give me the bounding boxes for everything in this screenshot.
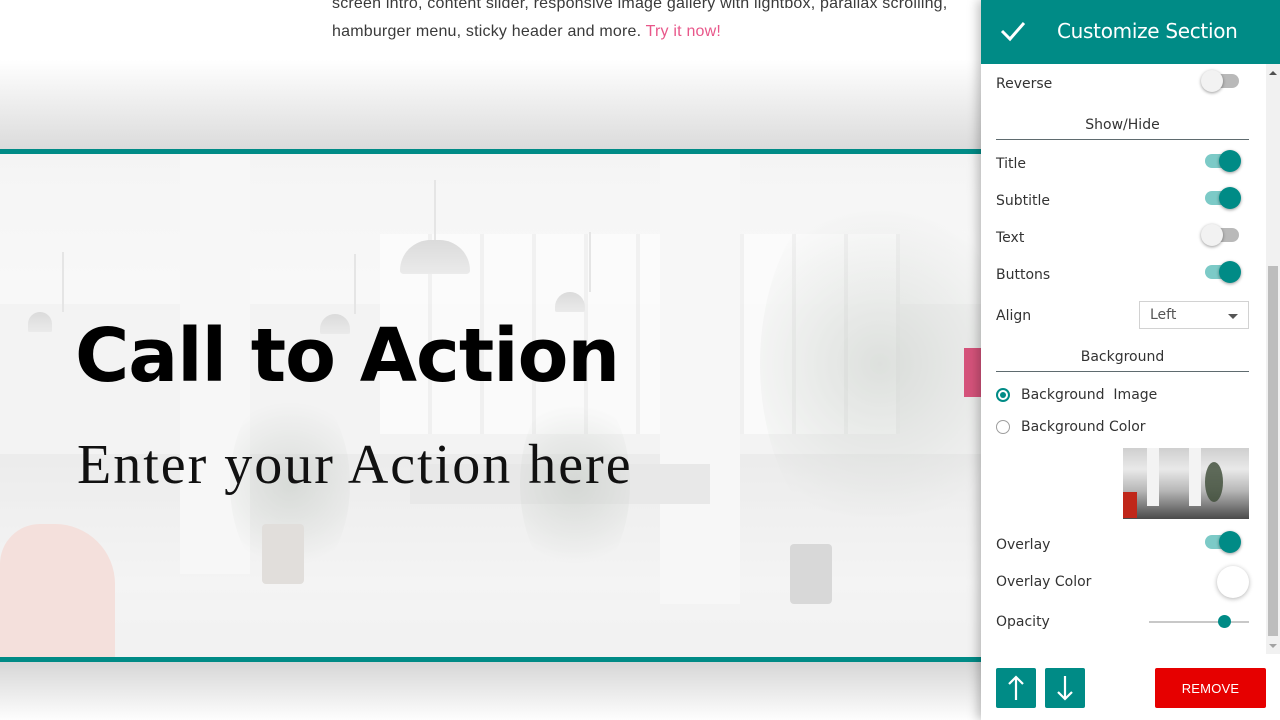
background-image-thumbnail[interactable] xyxy=(1123,448,1249,519)
background-image-radio[interactable] xyxy=(996,388,1010,402)
intro-line-2: hamburger menu, sticky header and more. … xyxy=(332,18,981,46)
cta-button[interactable] xyxy=(964,348,981,397)
buttons-toggle[interactable] xyxy=(1205,261,1241,283)
background-color-option[interactable]: Background Color xyxy=(996,412,1251,442)
subtitle-toggle[interactable] xyxy=(1205,187,1241,209)
section-shadow-bottom xyxy=(0,662,981,720)
section-shadow-top xyxy=(0,60,981,150)
subtitle-toggle-row: Subtitle xyxy=(996,186,1251,216)
show-hide-heading: Show/Hide xyxy=(996,112,1249,140)
panel-body: Reverse Show/Hide Title Subtitle Text Bu… xyxy=(981,64,1280,654)
background-image-label: Background Image xyxy=(1021,387,1158,403)
overlay-row: Overlay xyxy=(996,530,1251,560)
align-value: Left xyxy=(1150,307,1177,323)
text-toggle[interactable] xyxy=(1201,224,1239,246)
background-heading: Background xyxy=(996,344,1249,372)
page-canvas: screen intro, content slider, responsive… xyxy=(0,0,981,720)
arrow-down-icon xyxy=(1057,676,1073,701)
overlay-toggle[interactable] xyxy=(1205,531,1241,553)
scrollbar-thumb[interactable] xyxy=(1268,266,1278,636)
text-toggle-row: Text xyxy=(996,223,1251,253)
arrow-up-icon xyxy=(1008,675,1024,700)
reverse-toggle[interactable] xyxy=(1201,70,1239,92)
move-down-button[interactable] xyxy=(1045,668,1085,708)
title-toggle-row: Title xyxy=(996,149,1251,179)
opacity-row: Opacity xyxy=(996,607,1249,637)
panel-scrollbar[interactable] xyxy=(1266,64,1280,654)
align-select[interactable]: Left xyxy=(1139,301,1249,329)
intro-paragraph: screen intro, content slider, responsive… xyxy=(332,0,981,46)
panel-header: Customize Section xyxy=(981,0,1280,64)
intro-line-1: screen intro, content slider, responsive… xyxy=(332,0,948,12)
cta-subtitle[interactable]: Enter your Action here xyxy=(77,437,633,493)
opacity-slider[interactable] xyxy=(1149,615,1249,628)
chevron-down-icon xyxy=(1228,314,1238,319)
buttons-toggle-row: Buttons xyxy=(996,260,1251,290)
background-overlay xyxy=(0,154,981,657)
panel-title: Customize Section xyxy=(1057,19,1238,43)
move-up-button[interactable] xyxy=(996,668,1036,708)
background-color-label: Background Color xyxy=(1021,419,1146,435)
scroll-up-arrow-icon[interactable] xyxy=(1269,71,1277,75)
opacity-slider-handle[interactable] xyxy=(1218,615,1231,628)
overlay-color-label: Overlay Color xyxy=(996,574,1092,590)
align-row: Align Left xyxy=(996,301,1249,331)
cta-title[interactable]: Call to Action xyxy=(75,319,620,393)
scroll-down-arrow-icon[interactable] xyxy=(1269,644,1277,648)
call-to-action-section[interactable]: Call to Action Enter your Action here xyxy=(0,149,981,662)
try-it-now-link[interactable]: Try it now! xyxy=(646,23,721,40)
customize-section-panel: Customize Section Reverse Show/Hide Titl… xyxy=(981,0,1280,720)
reverse-row: Reverse xyxy=(996,69,1251,99)
background-image-option[interactable]: Background Image xyxy=(996,380,1251,410)
overlay-color-row: Overlay Color xyxy=(996,566,1249,598)
remove-button[interactable]: REMOVE xyxy=(1155,668,1266,708)
title-toggle[interactable] xyxy=(1205,150,1241,172)
overlay-color-picker[interactable] xyxy=(1217,566,1249,598)
intro-text: hamburger menu, sticky header and more. xyxy=(332,23,646,40)
check-icon[interactable] xyxy=(999,19,1027,43)
background-color-radio[interactable] xyxy=(996,420,1010,434)
